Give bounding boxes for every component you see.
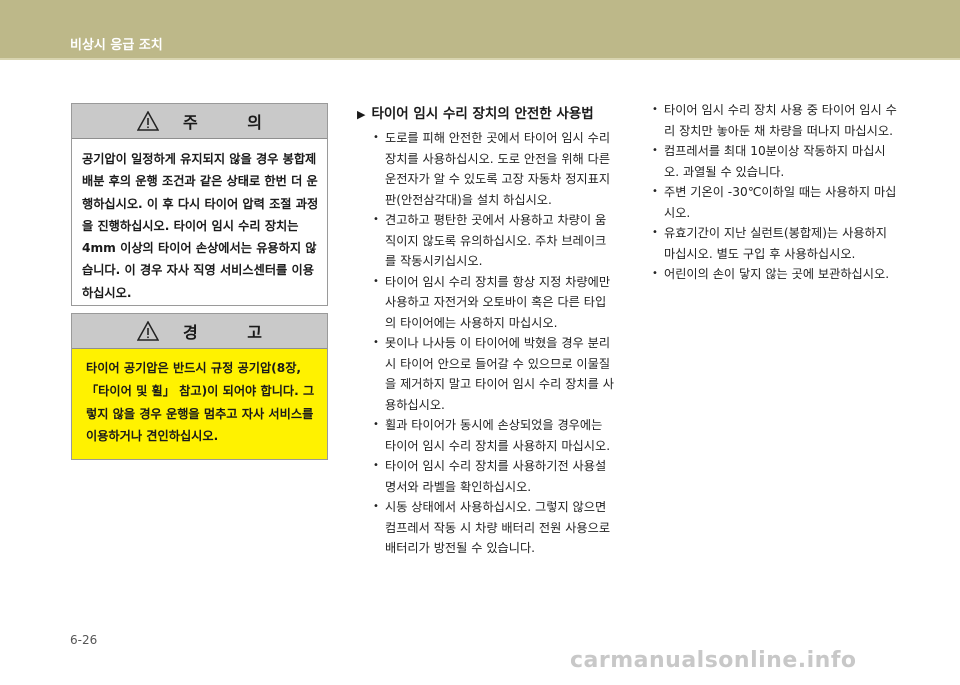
list-item: 타이어 임시 수리 장치를 항상 지정 차량에만 사용하고 자전거와 오토바이 … [371,272,617,334]
header-divider [0,58,960,60]
warning-text: 타이어 공기압은 반드시 규정 공기압(8장, 「타이어 및 휠」 참고)이 되… [86,361,315,444]
list-item: 휠과 타이어가 동시에 손상되었을 경우에는 타이어 임시 수리 장치를 사용하… [371,415,617,456]
list-item: 컴프레서를 최대 10분이상 작동하지 마십시오. 과열될 수 있습니다. [650,141,900,182]
list-item: 타이어 임시 수리 장치를 사용하기전 사용설명서와 라벨을 확인하십시오. [371,456,617,497]
warning-box: 경 고 타이어 공기압은 반드시 규정 공기압(8장, 「타이어 및 휠」 참고… [71,313,328,460]
list-item: 도로를 피해 안전한 곳에서 타이어 임시 수리 장치를 사용하십시오. 도로 … [371,128,617,210]
caution-box: 주 의 공기압이 일정하게 유지되지 않을 경우 봉합제 배분 후의 운행 조건… [71,103,328,306]
warning-triangle-icon [136,111,159,131]
caution-header: 주 의 [72,104,327,139]
caution-title: 주 의 [182,113,284,132]
safety-list-right: 타이어 임시 수리 장치 사용 중 타이어 임시 수리 장치만 놓아둔 채 차량… [650,100,900,285]
list-item: 주변 기온이 -30℃이하일 때는 사용하지 마십시오. [650,182,900,223]
section-title-text: 타이어 임시 수리 장치의 안전한 사용법 [371,106,594,122]
caution-text: 공기압이 일정하게 유지되지 않을 경우 봉합제 배분 후의 운행 조건과 같은… [82,152,319,300]
safety-list-middle: 도로를 피해 안전한 곳에서 타이어 임시 수리 장치를 사용하십시오. 도로 … [371,128,617,559]
header-bar: 비상시 응급 조치 [0,0,960,58]
warning-title: 경 고 [182,323,284,342]
warning-header: 경 고 [72,314,327,349]
list-item: 시동 상태에서 사용하십시오. 그렇지 않으면 컴프레서 작동 시 차량 배터리… [371,497,617,559]
list-item: 유효기간이 지난 실런트(봉합제)는 사용하지 마십시오. 별도 구입 후 사용… [650,223,900,264]
chapter-title: 비상시 응급 조치 [70,38,163,53]
section-heading: ▶ 타이어 임시 수리 장치의 안전한 사용법 [357,102,594,122]
warning-triangle-icon [136,321,159,341]
page-number: 6-26 [70,633,98,647]
list-item: 어린이의 손이 닿지 않는 곳에 보관하십시오. [650,264,900,285]
list-item: 못이나 나사등 이 타이어에 박혔을 경우 분리 시 타이어 안으로 들어갈 수… [371,333,617,415]
play-arrow-icon: ▶ [357,108,366,121]
list-item: 견고하고 평탄한 곳에서 사용하고 차량이 움직이지 않도록 유의하십시오. 주… [371,210,617,272]
watermark: carmanualsonline.info [570,648,857,673]
list-item: 타이어 임시 수리 장치 사용 중 타이어 임시 수리 장치만 놓아둔 채 차량… [650,100,900,141]
